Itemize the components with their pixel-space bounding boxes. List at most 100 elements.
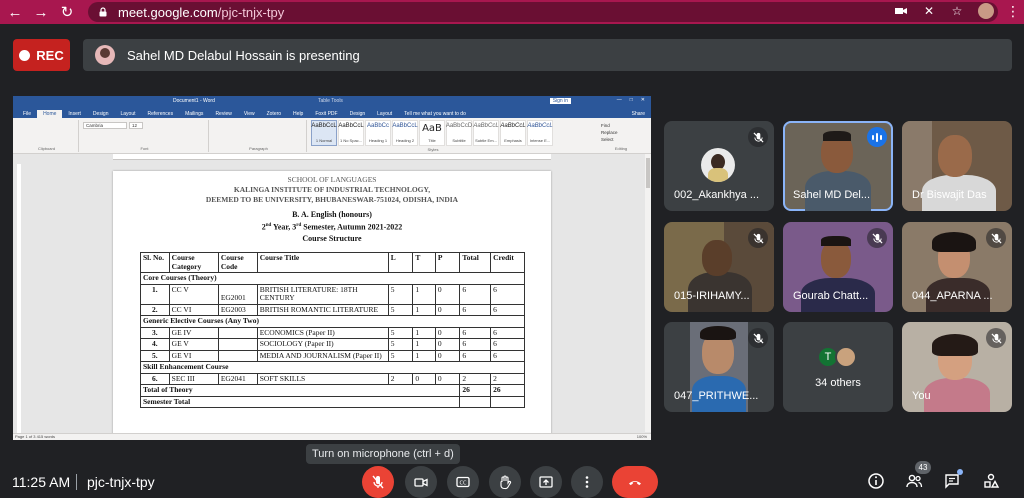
more-vert-icon (585, 476, 589, 488)
raise-hand-button[interactable] (489, 466, 521, 498)
org-line-2: KALINGA INSTITUTE OF INDUSTRIAL TECHNOLO… (233, 185, 431, 194)
more-options-button[interactable] (571, 466, 603, 498)
cell-t: 1 (412, 283, 436, 305)
semester-text: Semester, Autumn 2021-2022 (301, 222, 403, 232)
bookmark-star-icon[interactable]: ☆ (950, 4, 964, 18)
section-row: Generic Elective Courses (Any Two) (140, 315, 525, 328)
semester-total-row: Semester Total (139, 395, 525, 408)
camera-toggle-button[interactable] (405, 466, 437, 498)
participant-tile[interactable]: Gourab Chatt... (783, 222, 893, 312)
cell-code: EG2003 (217, 303, 258, 316)
reload-icon[interactable]: ↻ (56, 0, 78, 24)
word-tab-table-design: Design (349, 111, 366, 117)
participant-tile[interactable]: 047_PRITHWE... (664, 322, 774, 412)
participant-name: Sahel MD Del... (793, 189, 871, 201)
group-label-styles: Styles (427, 147, 439, 152)
cell-title: MEDIA AND JOURNALISM (Paper II) (256, 349, 389, 362)
cell-no: 2. (140, 303, 170, 316)
browser-menu-icon[interactable]: ⋮ (1006, 3, 1020, 20)
address-bar[interactable]: meet.google.com/pjc-tnjx-tpy (88, 2, 998, 22)
mic-off-icon (748, 228, 768, 248)
cell-code (217, 338, 258, 351)
cell-total: 6 (459, 349, 492, 362)
cell-title: BRITISH LITERATURE: 18TH CENTURY (256, 283, 389, 305)
cell-l: 2 (387, 372, 414, 385)
hand-icon (500, 475, 512, 490)
participant-name: 002_Akankhya ... (674, 189, 760, 201)
style-preview: AaBbCcL (500, 123, 526, 129)
participant-tile-presenter[interactable]: Sahel MD Del... (783, 121, 893, 211)
style-name: Heading 1 (368, 138, 388, 143)
mic-off-icon (986, 228, 1006, 248)
semester-number: Year, 3 (271, 222, 297, 232)
participant-name: Dr Biswajit Das (912, 189, 987, 201)
header-course-code: Course Code (217, 252, 258, 273)
microphone-toggle-button[interactable] (362, 466, 394, 498)
word-sign-in: Sign in (549, 98, 571, 104)
leave-call-button[interactable] (612, 466, 658, 498)
present-now-button[interactable] (530, 466, 562, 498)
cell-l: 5 (387, 326, 414, 339)
others-tile[interactable]: T 34 others (783, 322, 893, 412)
section-skill-enhancement: Skill Enhancement Course (140, 361, 525, 374)
word-status-bar: Page 1 of 3 415 words 100% (13, 433, 651, 440)
word-tab-mailings: Mailings (185, 111, 204, 117)
url-path: /pjc-tnjx-tpy (217, 4, 285, 20)
editing-group: Find Replace Select Editing (593, 120, 649, 152)
word-doc-title: Document1 - Word (173, 98, 215, 104)
group-label-clipboard: Clipboard (37, 146, 56, 151)
word-title-bar: Document1 - Word Table Tools Sign in — □ ✕ (13, 96, 651, 107)
mic-off-icon (372, 475, 384, 489)
captions-button[interactable]: CC (447, 466, 479, 498)
style-intense-emphasis: AaBbCcL Intense E... (527, 120, 553, 146)
style-name: Subtitle (452, 138, 466, 143)
participant-tile[interactable]: 015-IRIHAMY... (664, 222, 774, 312)
cell-code (217, 326, 258, 339)
style-normal: AaBbCcL 1 Normal (311, 120, 337, 146)
cell-p: 0 (434, 349, 461, 362)
cell-l: 5 (387, 338, 414, 351)
meeting-code: pjc-tnjx-tpy (87, 474, 155, 490)
forward-icon[interactable]: → (30, 0, 52, 24)
style-preview: AaBbCc (366, 123, 389, 129)
word-share: Share (631, 111, 645, 117)
activities-button[interactable] (980, 470, 1002, 492)
section-row: Core Courses (Theory) (140, 272, 525, 285)
participant-tile[interactable]: 002_Akankhya ... (664, 121, 774, 211)
record-dot-icon (19, 49, 31, 61)
cell-title: ECONOMICS (Paper II) (256, 326, 389, 339)
word-tab-review: Review (215, 111, 232, 117)
profile-avatar[interactable] (978, 3, 994, 19)
word-window-controls: — □ ✕ (616, 97, 645, 103)
style-emphasis: AaBbCcL Emphasis (500, 120, 526, 146)
section-row: Skill Enhancement Course (140, 361, 525, 374)
section-core-courses: Core Courses (Theory) (140, 272, 525, 285)
style-name: Intense E... (529, 138, 551, 143)
mic-off-icon (748, 127, 768, 147)
participant-tile[interactable]: Dr Biswajit Das (902, 121, 1012, 211)
lock-icon (99, 7, 107, 17)
shared-screen[interactable]: Document1 - Word Table Tools Sign in — □ ✕… (13, 96, 651, 440)
cell-total: 6 (459, 338, 492, 351)
people-button[interactable] (903, 470, 925, 492)
header-t: T (412, 252, 436, 273)
cell-l: 5 (387, 283, 414, 305)
style-heading-1: AaBbCc Heading 1 (365, 120, 391, 146)
header-course-category: Course Category (168, 252, 219, 273)
self-tile[interactable]: You (902, 322, 1012, 412)
editing-select: Select (601, 137, 614, 142)
group-label-font: Font (140, 146, 149, 151)
style-name: Emphasis (504, 138, 522, 143)
style-name: Title (428, 138, 436, 143)
participant-tile[interactable]: 044_APARNA ... (902, 222, 1012, 312)
camera-indicator-icon[interactable] (894, 4, 908, 18)
back-icon[interactable]: ← (4, 0, 26, 24)
word-tab-table-layout: Layout (377, 111, 393, 117)
info-icon (868, 473, 884, 489)
cell-category: CC VI (168, 303, 219, 316)
cell-total: 6 (459, 303, 492, 316)
meeting-details-button[interactable] (865, 470, 887, 492)
participant-avatar (701, 148, 735, 182)
close-indicator-icon[interactable]: ✕ (922, 4, 936, 18)
word-table-tools: Table Tools (318, 98, 343, 104)
